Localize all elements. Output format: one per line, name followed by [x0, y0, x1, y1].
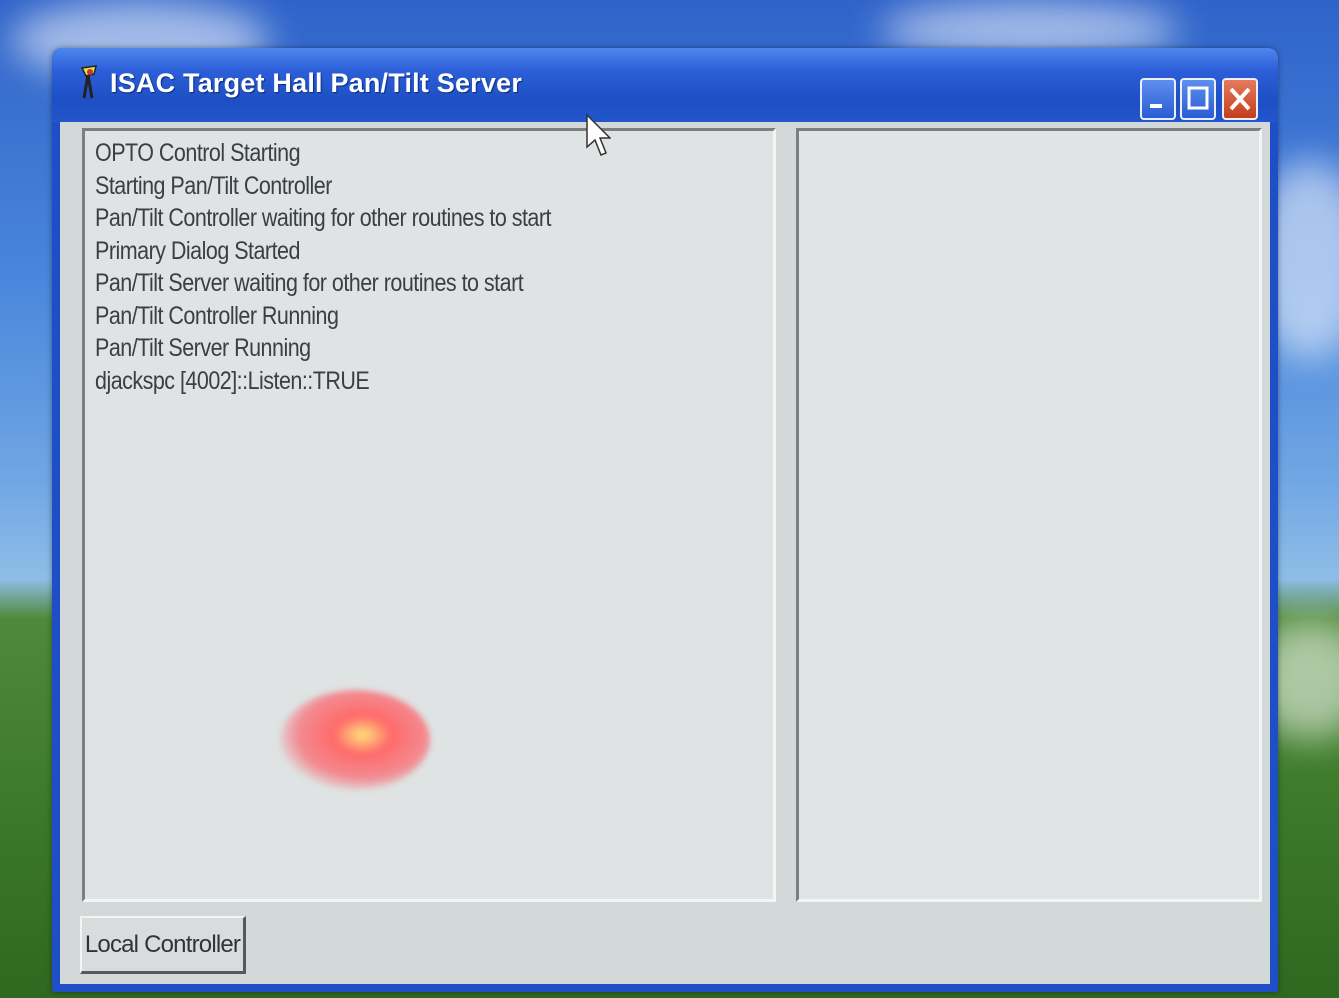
minimize-icon: [1150, 104, 1162, 108]
maximize-icon: [1187, 86, 1209, 110]
client-area: OPTO Control Starting Starting Pan/Tilt …: [60, 122, 1270, 984]
log-list: OPTO Control Starting Starting Pan/Tilt …: [95, 137, 625, 397]
mouse-pointer-icon: [586, 113, 611, 156]
log-line[interactable]: djackspc [4002]::Listen::TRUE: [95, 365, 551, 398]
log-listbox[interactable]: OPTO Control Starting Starting Pan/Tilt …: [82, 128, 776, 902]
log-line[interactable]: Pan/Tilt Controller waiting for other ro…: [95, 202, 552, 235]
local-controller-button[interactable]: Local Controller: [80, 916, 246, 974]
log-line[interactable]: OPTO Control Starting: [95, 137, 551, 170]
maximize-button[interactable]: [1180, 78, 1216, 120]
window-title: ISAC Target Hall Pan/Tilt Server: [110, 68, 523, 98]
app-window: ISAC Target Hall Pan/Tilt Server OPTO Co…: [52, 48, 1278, 992]
close-icon: [1229, 87, 1251, 111]
close-button[interactable]: [1222, 78, 1258, 120]
app-icon: [80, 65, 97, 99]
log-line[interactable]: Starting Pan/Tilt Controller: [95, 170, 551, 203]
secondary-listbox[interactable]: [796, 128, 1262, 902]
log-line[interactable]: Primary Dialog Started: [95, 235, 551, 268]
title-bar[interactable]: ISAC Target Hall Pan/Tilt Server: [52, 48, 1278, 122]
minimize-button[interactable]: [1140, 78, 1176, 120]
camera-flash-glare: [280, 690, 430, 790]
log-line[interactable]: Pan/Tilt Server Running: [95, 332, 551, 365]
log-line[interactable]: Pan/Tilt Server waiting for other routin…: [95, 267, 551, 300]
log-line[interactable]: Pan/Tilt Controller Running: [95, 300, 551, 333]
